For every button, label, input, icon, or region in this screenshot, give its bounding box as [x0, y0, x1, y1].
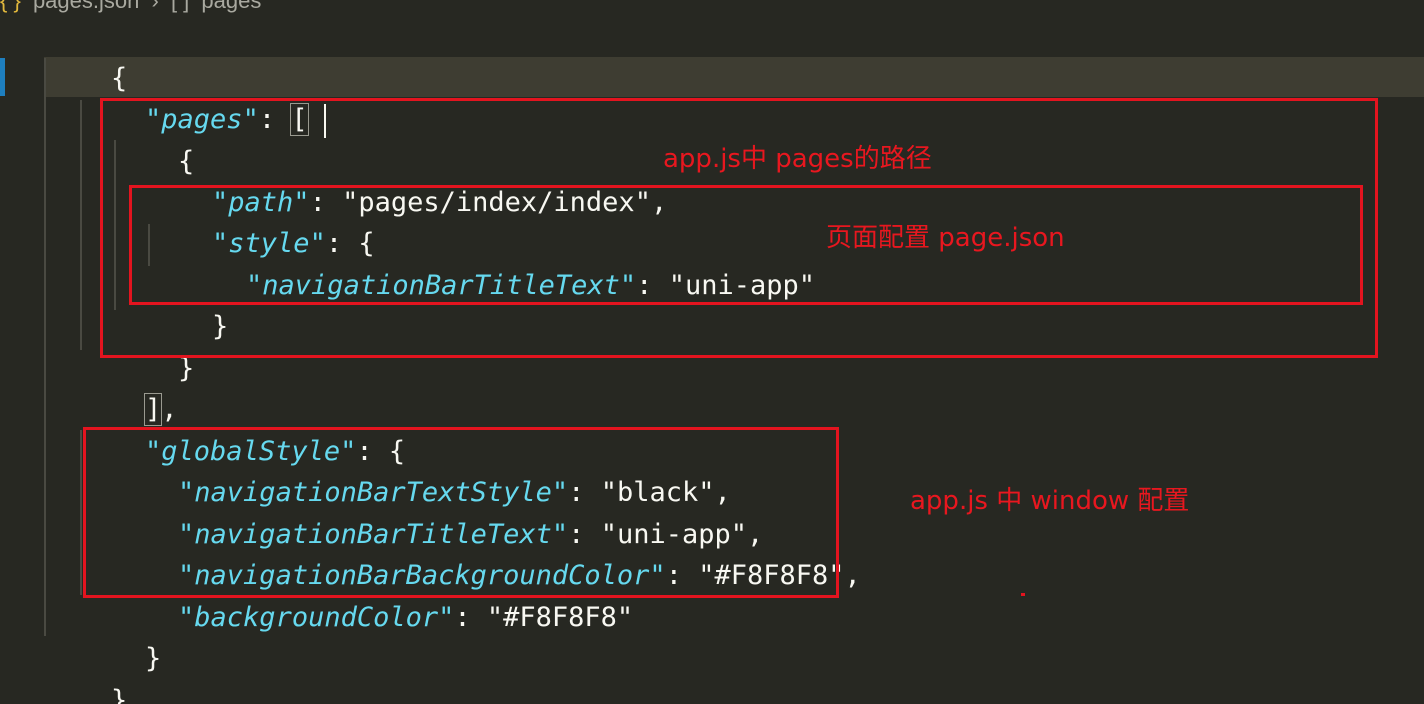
breadcrumb-separator: ›: [151, 0, 159, 13]
global-close-brace: }: [145, 643, 162, 674]
breadcrumb-node[interactable]: pages: [201, 0, 261, 13]
g-bgcolor-value: "#F8F8F8": [486, 602, 634, 633]
g-bgcolor-key: "backgroundColor": [178, 602, 455, 633]
json-braces-icon: { }: [0, 0, 21, 13]
root-close-brace: }: [111, 685, 128, 704]
modified-line-marker: [0, 58, 5, 96]
window-annotation-box: [83, 427, 839, 598]
code-line-1: {: [46, 17, 127, 94]
array-node-icon: [ ]: [170, 0, 190, 13]
stray-red-mark: [1021, 593, 1025, 596]
pages-annotation-label: app.js中 pages的路径: [663, 144, 932, 174]
indent-guide: [44, 58, 46, 636]
breadcrumb: { } pages.json › [ ] pages: [0, 0, 267, 13]
breadcrumb-file[interactable]: pages.json: [33, 0, 139, 13]
code-line-2: "pages": [: [80, 58, 326, 138]
code-line-10: "globalStyle": {: [145, 436, 406, 467]
style-annotation-label: 页面配置 page.json: [826, 223, 1065, 253]
style-annotation-box: [129, 185, 1363, 305]
window-annotation-label: app.js 中 window 配置: [910, 486, 1190, 516]
code-line-16: }: [46, 639, 127, 704]
code-line-15: }: [80, 597, 161, 674]
